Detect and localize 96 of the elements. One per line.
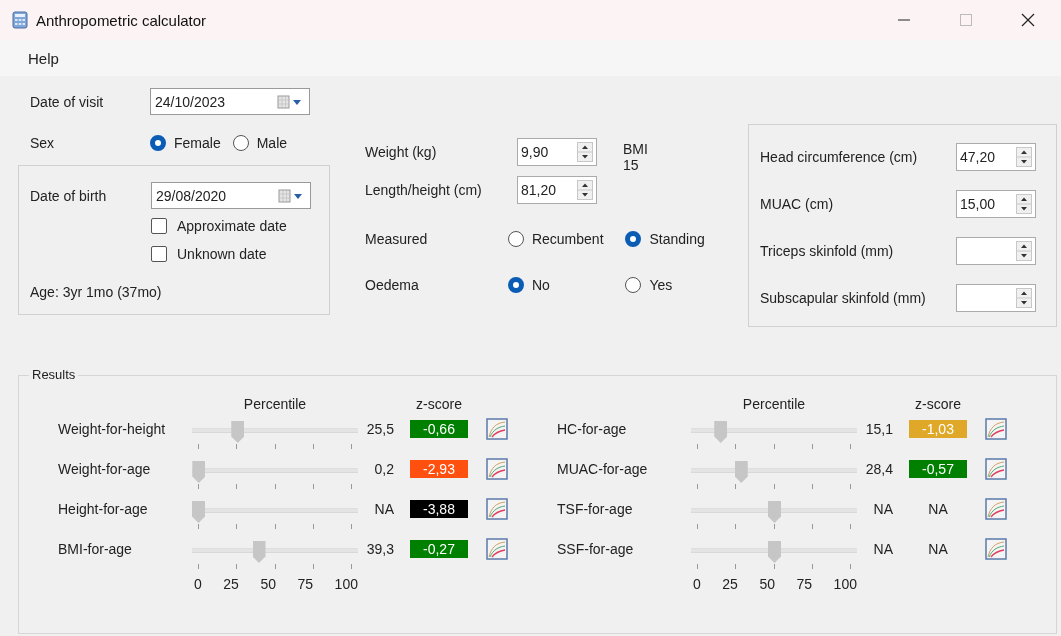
percentile-value: NA: [373, 501, 394, 517]
percentile-value: NA: [872, 501, 893, 517]
radio-button[interactable]: Standing: [625, 231, 743, 247]
growth-chart-icon[interactable]: [486, 458, 508, 480]
z-score: -3,88: [410, 500, 468, 518]
tick-label: 100: [833, 576, 857, 592]
percentile-value: 39,3: [365, 541, 394, 557]
number-field[interactable]: 47,20: [956, 143, 1036, 171]
radio-button[interactable]: Yes: [625, 277, 743, 293]
growth-chart-icon[interactable]: [486, 538, 508, 560]
slider-thumb[interactable]: [714, 421, 728, 443]
growth-chart-icon[interactable]: [486, 418, 508, 440]
radio-button[interactable]: Recumbent: [507, 231, 626, 247]
field-label: Sex: [30, 135, 56, 151]
z-score: -0,57: [909, 460, 967, 478]
field-label: Measured: [365, 231, 429, 247]
checkbox[interactable]: Approximate date: [151, 218, 329, 234]
z-score: -0,27: [410, 540, 468, 558]
number-field[interactable]: 9,90: [517, 138, 597, 166]
maximize-button[interactable]: [959, 13, 973, 27]
spinner-arrows-icon[interactable]: [1016, 241, 1032, 261]
tick-label: 75: [796, 576, 813, 592]
number-field[interactable]: 81,20: [517, 176, 597, 204]
growth-chart-icon[interactable]: [985, 498, 1007, 520]
radio-button[interactable]: Male: [232, 135, 288, 151]
tick-label: 25: [223, 576, 239, 592]
percentile-value: NA: [872, 541, 893, 557]
date-field[interactable]: 29/08/2020: [151, 182, 311, 209]
percentile-value: 25,5: [365, 421, 394, 437]
date-field[interactable]: 24/10/2023: [150, 88, 310, 115]
slider-thumb[interactable]: [734, 461, 748, 483]
tick-label: 0: [693, 576, 701, 592]
field-label: Date of visit: [30, 93, 105, 110]
spinner-arrows-icon[interactable]: [1016, 194, 1032, 214]
growth-chart-icon[interactable]: [486, 498, 508, 520]
percentile-value: 28,4: [864, 461, 893, 477]
menu-item[interactable]: Help: [28, 49, 59, 67]
measure-name: Weight-for-age: [58, 461, 152, 477]
radio-button[interactable]: No: [507, 277, 626, 293]
field-label: Triceps skinfold (mm): [760, 243, 895, 259]
slider-thumb[interactable]: [252, 541, 266, 563]
z-score: -1,03: [909, 420, 967, 438]
column-header: z-score: [415, 396, 463, 412]
slider-thumb[interactable]: [768, 541, 781, 563]
close-button[interactable]: [1021, 13, 1035, 27]
field-label: Head circumference (cm): [760, 149, 919, 165]
measure-name: Height-for-age: [58, 501, 149, 517]
spinner-arrows-icon[interactable]: [1016, 288, 1032, 308]
spinner-arrows-icon[interactable]: [1016, 147, 1032, 167]
field-label: Oedema: [365, 277, 420, 293]
field-label: Date of birth: [30, 187, 108, 204]
measure-name: BMI-for-age: [58, 541, 133, 557]
radio-button[interactable]: Female: [150, 135, 221, 151]
measure-name: Weight-for-height: [58, 421, 167, 437]
slider-thumb[interactable]: [192, 501, 205, 523]
slider-thumb[interactable]: [192, 461, 206, 483]
growth-chart-icon[interactable]: [985, 458, 1007, 480]
measure-name: HC-for-age: [557, 421, 628, 437]
growth-chart-icon[interactable]: [985, 418, 1007, 440]
column-header: z-score: [914, 396, 962, 412]
tick-label: 25: [722, 576, 738, 592]
field-label: Weight (kg): [365, 144, 438, 160]
number-field[interactable]: [956, 237, 1036, 265]
tick-label: 100: [334, 576, 358, 592]
measure-name: SSF-for-age: [557, 541, 635, 557]
tick-label: 0: [194, 576, 202, 592]
column-header: Percentile: [741, 396, 807, 412]
number-field[interactable]: [956, 284, 1036, 312]
field-label: MUAC (cm): [760, 196, 835, 212]
number-field[interactable]: 15,00: [956, 190, 1036, 218]
z-score: -0,66: [410, 420, 468, 438]
column-header: Percentile: [242, 396, 308, 412]
checkbox[interactable]: Unknown date: [151, 246, 329, 262]
tick-label: 75: [297, 576, 314, 592]
measure-name: TSF-for-age: [557, 501, 634, 517]
spinner-arrows-icon[interactable]: [577, 142, 593, 162]
field-label: Length/height (cm): [365, 182, 483, 198]
measure-name: MUAC-for-age: [557, 461, 649, 477]
spinner-arrows-icon[interactable]: [577, 180, 593, 200]
group-title: Results: [29, 367, 79, 382]
percentile-value: 15,1: [864, 421, 893, 437]
bmi-label: BMI: [623, 141, 648, 157]
z-score: -2,93: [410, 460, 468, 478]
growth-chart-icon[interactable]: [985, 538, 1007, 560]
slider-thumb[interactable]: [768, 501, 781, 523]
calculator-icon: [12, 11, 28, 29]
z-score: NA: [927, 500, 949, 518]
age-text: Age: 3yr 1mo (37mo): [30, 284, 163, 300]
z-score: NA: [927, 540, 949, 558]
window-title: Anthropometric calculator: [36, 11, 207, 29]
slider-thumb[interactable]: [231, 421, 245, 443]
tick-label: 50: [260, 576, 276, 592]
percentile-value: 0,2: [373, 461, 394, 477]
bmi-value: 15: [623, 157, 640, 173]
field-label: Subscapular skinfold (mm): [760, 290, 927, 306]
tick-label: 50: [759, 576, 775, 592]
